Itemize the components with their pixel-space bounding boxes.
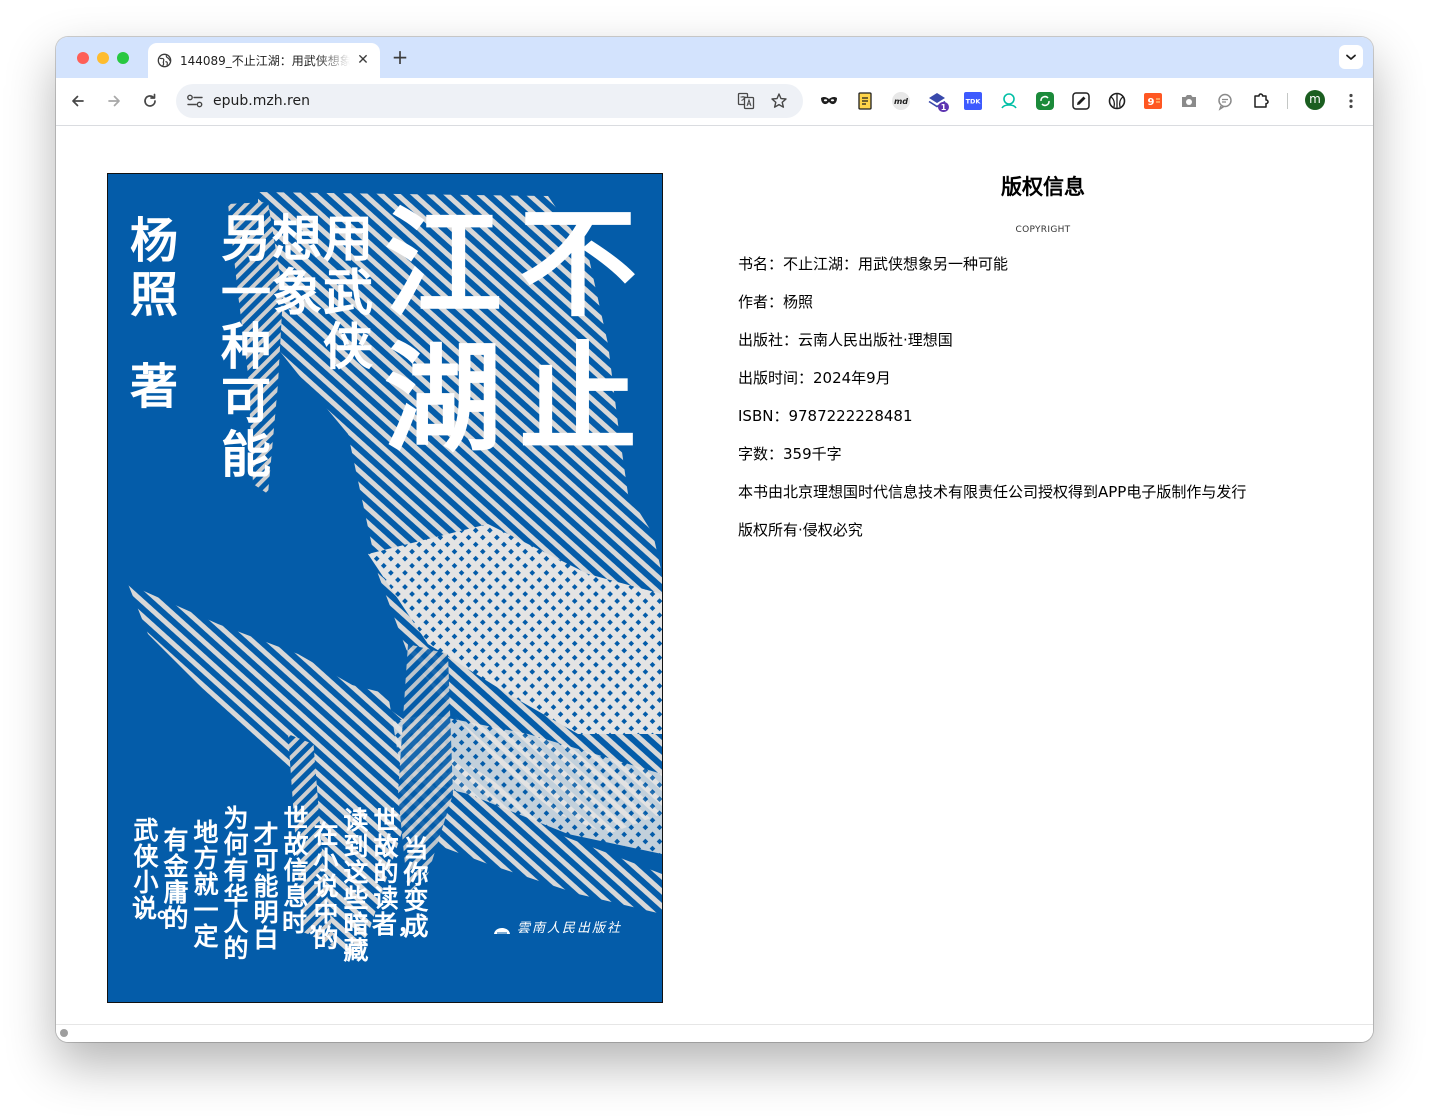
info-line-license: 本书由北京理想国时代信息技术有限责任公司授权得到APP电子版制作与发行 bbox=[738, 483, 1247, 501]
app-icon[interactable]: 9 bbox=[1143, 91, 1163, 111]
copyright-info: 版权信息 COPYRIGHT 书名：不止江湖：用武侠想象另一种可能 作者：杨照 … bbox=[738, 126, 1338, 726]
publisher-logo: 雲南人民出版社 bbox=[493, 920, 633, 940]
browser-window: 144089_不止江湖：用武侠想象另一种可能 ✕ + bbox=[56, 37, 1373, 1042]
cover-title-char: 湖 bbox=[384, 329, 503, 468]
translate-icon[interactable] bbox=[737, 92, 755, 110]
tab-search-button[interactable] bbox=[1339, 45, 1363, 69]
toolbar: epub.mzh.ren md 1 TDK 9 m bbox=[56, 78, 1373, 126]
blurb-col: 为何有华人的 bbox=[223, 804, 249, 963]
minimize-window-button[interactable] bbox=[97, 52, 109, 64]
circle-icon[interactable] bbox=[1107, 91, 1127, 111]
blurb-col: 读到这些暗藏 bbox=[343, 806, 369, 965]
extension-app-label: 9 bbox=[1148, 97, 1155, 108]
chat-icon[interactable] bbox=[1215, 91, 1235, 111]
info-line-isbn: ISBN：9787222228481 bbox=[738, 407, 913, 425]
back-arrow-icon[interactable] bbox=[68, 91, 88, 111]
globe-icon bbox=[157, 53, 172, 68]
info-line-date: 出版时间：2024年9月 bbox=[738, 369, 891, 387]
cover-author-suffix: 著 bbox=[129, 359, 178, 415]
scroll-indicator[interactable] bbox=[60, 1029, 68, 1037]
badge-icon[interactable] bbox=[999, 91, 1019, 111]
layers-icon[interactable]: 1 bbox=[927, 89, 951, 113]
publisher-mark: 雲南人民出版社 bbox=[517, 921, 623, 936]
publisher-emblem-icon bbox=[494, 928, 510, 934]
markdown-icon[interactable]: md bbox=[891, 91, 911, 111]
tdk-icon[interactable]: TDK bbox=[963, 91, 983, 111]
cover-author: 杨照 bbox=[129, 213, 178, 323]
horizontal-scrollbar[interactable] bbox=[56, 1024, 1373, 1042]
site-info-icon[interactable] bbox=[186, 93, 204, 109]
address-bar[interactable]: epub.mzh.ren bbox=[176, 84, 803, 118]
cover-title-char: 江 bbox=[384, 194, 503, 333]
extension-badge: 1 bbox=[941, 103, 947, 112]
blurb-col: 武侠小说。 bbox=[132, 816, 183, 923]
bookmark-star-icon[interactable] bbox=[770, 92, 788, 110]
puzzle-icon[interactable] bbox=[1251, 91, 1271, 111]
toolbar-separator bbox=[1287, 93, 1288, 109]
forward-arrow-icon[interactable] bbox=[104, 91, 124, 111]
blurb-col: 世故的读者， bbox=[372, 806, 423, 939]
notebook-icon[interactable] bbox=[855, 91, 875, 111]
blurb-col: 世故信息时， bbox=[282, 804, 333, 937]
cover-title: 不 止 江 湖 bbox=[376, 204, 656, 474]
cover-subtitle-col: 用武侠 bbox=[323, 209, 373, 376]
close-window-button[interactable] bbox=[77, 52, 89, 64]
page-subtitle: COPYRIGHT bbox=[1015, 225, 1071, 235]
close-icon[interactable]: ✕ bbox=[356, 53, 370, 67]
cover-subtitle-col: 另一种可能 bbox=[221, 209, 271, 484]
info-line-wordcount: 字数：359千字 bbox=[738, 445, 842, 463]
blurb-col: 地方就一定 bbox=[193, 818, 219, 951]
extension-tdk-label: TDK bbox=[966, 98, 982, 106]
tab-title: 144089_不止江湖：用武侠想象另一种可能 bbox=[180, 54, 350, 68]
zoom-window-button[interactable] bbox=[117, 52, 129, 64]
sync-icon[interactable] bbox=[1035, 91, 1055, 111]
extension-md-label: md bbox=[894, 97, 908, 106]
cover-title-char: 止 bbox=[519, 329, 638, 468]
mask-icon[interactable] bbox=[819, 91, 839, 111]
info-line-publisher: 出版社：云南人民出版社·理想国 bbox=[738, 331, 953, 349]
info-line-rights: 版权所有·侵权必究 bbox=[738, 521, 863, 539]
book-cover: 不 止 江 湖 用武侠 想象 另一种可能 杨照 著 当你变成 世故的读者， 读到… bbox=[107, 173, 663, 1003]
cover-subtitle-col: 想象 bbox=[272, 209, 322, 322]
blurb-col: 才可能明白 bbox=[253, 820, 279, 953]
cover-blurb: 当你变成 世故的读者， 读到这些暗藏 在小说中的 世故信息时， 才可能明白 为何… bbox=[126, 802, 436, 982]
chevron-down-icon bbox=[1346, 54, 1356, 60]
kebab-menu-icon[interactable] bbox=[1341, 91, 1361, 111]
camera-icon[interactable] bbox=[1179, 91, 1199, 111]
cover-title-char: 不 bbox=[519, 194, 638, 333]
tab-bar: 144089_不止江湖：用武侠想象另一种可能 ✕ + bbox=[56, 37, 1373, 78]
profile-avatar[interactable]: m bbox=[1305, 90, 1325, 110]
page-content: 不 止 江 湖 用武侠 想象 另一种可能 杨照 著 当你变成 世故的读者， 读到… bbox=[56, 126, 1373, 1024]
info-line-author: 作者：杨照 bbox=[738, 293, 814, 311]
edit-icon[interactable] bbox=[1071, 91, 1091, 111]
page-title: 版权信息 bbox=[1001, 175, 1085, 199]
plus-icon[interactable]: + bbox=[390, 47, 410, 67]
browser-tab[interactable]: 144089_不止江湖：用武侠想象另一种可能 ✕ bbox=[148, 43, 380, 78]
url-text[interactable]: epub.mzh.ren bbox=[213, 92, 310, 110]
info-line-title: 书名：不止江湖：用武侠想象另一种可能 bbox=[738, 255, 1009, 273]
reload-icon[interactable] bbox=[140, 91, 160, 111]
